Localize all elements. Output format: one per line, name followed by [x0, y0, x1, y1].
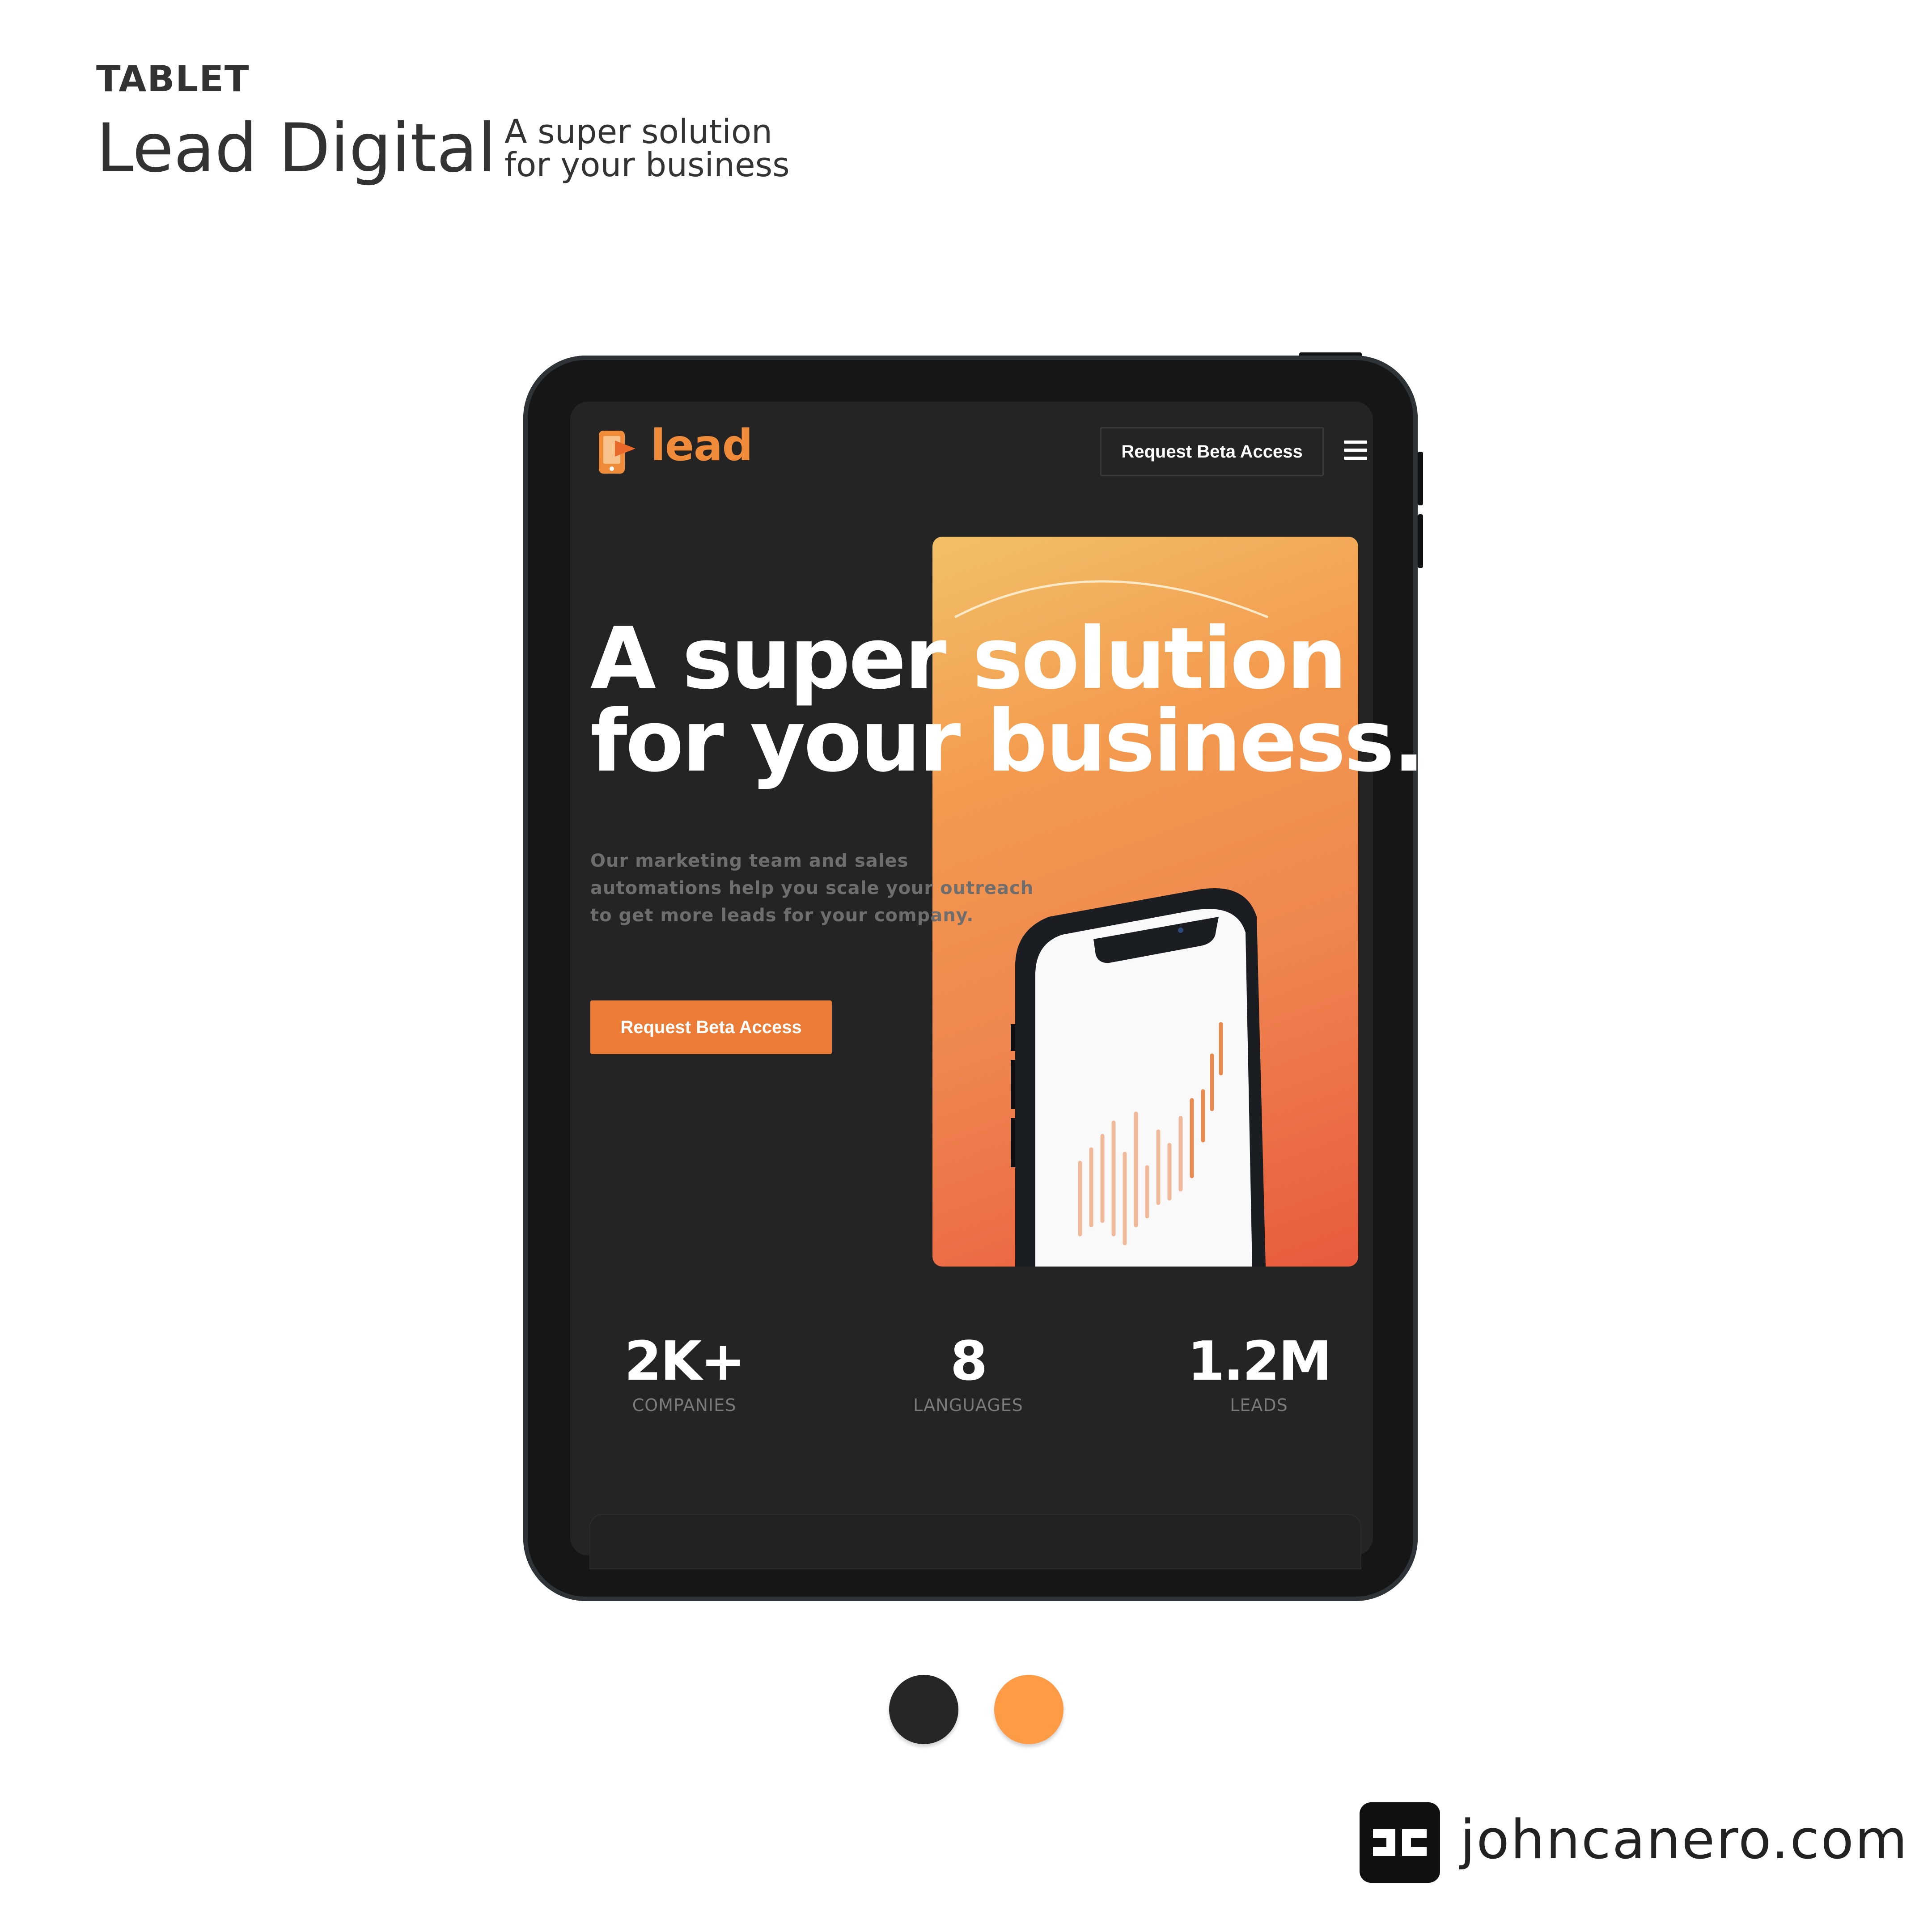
tablet-volume-up-button — [1418, 452, 1423, 505]
stat-value: 8 — [950, 1330, 988, 1393]
hamburger-menu-icon[interactable] — [1344, 441, 1367, 460]
nav-request-beta-button[interactable]: Request Beta Access — [1100, 427, 1324, 476]
stat-leads: 1.2M LEADS — [1147, 1333, 1371, 1415]
color-swatch-dark — [889, 1675, 958, 1744]
brand-site-text[interactable]: johncanero.com — [1460, 1809, 1909, 1871]
stat-value: 1.2M — [1187, 1330, 1332, 1393]
headline-line-2: for your business. — [590, 692, 1425, 791]
stat-label: LANGUAGES — [913, 1395, 1023, 1415]
hero-description: Our marketing team and sales automations… — [590, 851, 1034, 926]
stat-languages: 8 LANGUAGES — [856, 1333, 1080, 1415]
stat-value: 2K+ — [624, 1330, 746, 1393]
color-swatch-orange — [994, 1675, 1063, 1744]
tagline-line-2: for your business — [504, 146, 790, 184]
hero-request-beta-button[interactable]: Request Beta Access — [590, 1000, 832, 1054]
tablet-volume-down-button — [1418, 514, 1423, 568]
stat-label: LEADS — [1230, 1395, 1288, 1415]
project-tagline: A super solution for your business — [504, 115, 790, 182]
stat-label: COMPANIES — [632, 1395, 737, 1415]
device-label: TABLET — [96, 58, 250, 100]
logo-text[interactable]: lead — [651, 420, 753, 470]
project-title: Lead Digital — [96, 110, 496, 187]
jc-logo-icon — [1360, 1802, 1440, 1883]
lead-logo-icon[interactable] — [597, 427, 637, 476]
next-section-card — [589, 1514, 1361, 1569]
hero-headline: A super solution for your business. — [590, 609, 1425, 791]
stat-companies: 2K+ COMPANIES — [572, 1333, 796, 1415]
tagline-line-1: A super solution — [504, 113, 773, 151]
headline-line-1: A super solution — [590, 609, 1347, 708]
